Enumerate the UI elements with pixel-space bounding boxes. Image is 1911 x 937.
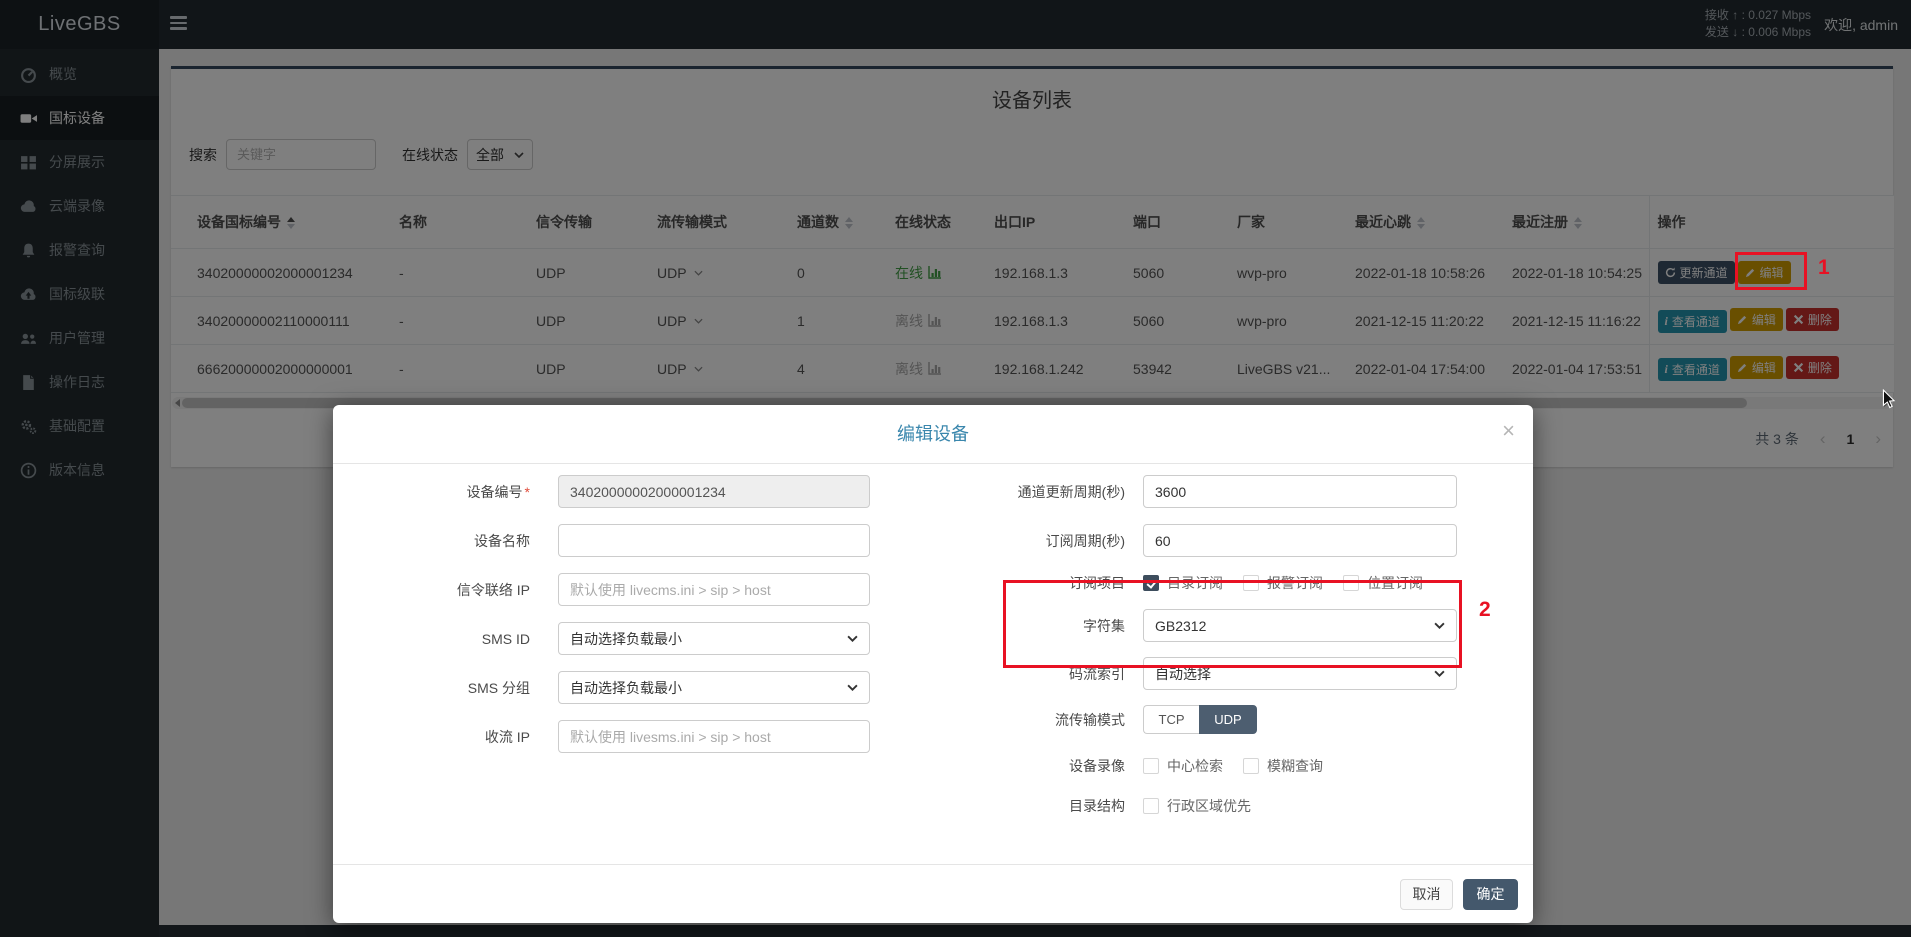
chevron-down-icon [847,635,858,642]
sms-group-select[interactable]: 自动选择负载最小 [558,671,870,704]
stream-index-select[interactable]: 自动选择 [1143,657,1457,690]
subscribe-items-label: 订阅项目 [985,573,1125,593]
checkbox-icon [1143,758,1159,774]
alarm-subscribe-checkbox[interactable]: 报警订阅 [1243,573,1323,593]
tcp-option[interactable]: TCP [1143,705,1199,734]
modal-header: 编辑设备 × [333,405,1533,464]
catalog-subscribe-checkbox[interactable]: 目录订阅 [1143,573,1223,593]
close-icon[interactable]: × [1502,405,1515,457]
stream-mode-toggle: TCP UDP [1143,705,1257,734]
channel-refresh-field[interactable] [1143,475,1457,508]
fuzzy-query-checkbox[interactable]: 模糊查询 [1243,756,1323,776]
position-subscribe-checkbox[interactable]: 位置订阅 [1343,573,1423,593]
checkbox-checked-icon [1143,575,1159,591]
chevron-down-icon [1434,670,1445,677]
chevron-down-icon [847,684,858,691]
checkbox-icon [1243,575,1259,591]
modal-right-column: 通道更新周期(秒) 订阅周期(秒) 订阅项目 目录订阅 报警订阅 位置订阅 字符… [985,475,1457,818]
catalog-struct-label: 目录结构 [985,796,1125,816]
device-id-label: 设备编号* [410,482,530,502]
charset-label: 字符集 [985,616,1125,636]
center-search-checkbox[interactable]: 中心检索 [1143,756,1223,776]
device-name-field[interactable] [558,524,870,557]
charset-select[interactable]: GB2312 [1143,609,1457,642]
edit-device-modal: 编辑设备 × 2 设备编号* 设备名称 信令联络 IP SMS ID 自动选择负… [333,405,1533,923]
annotation-number-2: 2 [1479,598,1491,622]
modal-left-column: 设备编号* 设备名称 信令联络 IP SMS ID 自动选择负载最小 SMS 分… [410,475,870,769]
modal-title: 编辑设备 [333,405,1533,463]
device-name-label: 设备名称 [410,531,530,551]
signal-ip-field[interactable] [558,573,870,606]
subscribe-period-label: 订阅周期(秒) [985,531,1125,551]
channel-refresh-label: 通道更新周期(秒) [985,482,1125,502]
device-record-label: 设备录像 [985,756,1125,776]
sms-id-label: SMS ID [410,631,530,647]
modal-body: 2 设备编号* 设备名称 信令联络 IP SMS ID 自动选择负载最小 [333,465,1533,864]
sms-id-select[interactable]: 自动选择负载最小 [558,622,870,655]
admin-region-first-checkbox[interactable]: 行政区域优先 [1143,796,1251,816]
signal-ip-label: 信令联络 IP [410,580,530,600]
device-id-field [558,475,870,508]
sms-group-label: SMS 分组 [410,678,530,698]
checkbox-icon [1343,575,1359,591]
chevron-down-icon [1434,622,1445,629]
checkbox-icon [1243,758,1259,774]
stream-mode-label: 流传输模式 [985,710,1125,730]
cancel-button[interactable]: 取消 [1400,879,1453,910]
confirm-button[interactable]: 确定 [1463,879,1518,910]
recv-ip-label: 收流 IP [410,727,530,747]
udp-option-selected[interactable]: UDP [1199,705,1257,734]
required-mark: * [525,484,530,500]
modal-footer: 取消 确定 [333,864,1533,923]
checkbox-icon [1143,798,1159,814]
recv-ip-field[interactable] [558,720,870,753]
stream-index-label: 码流索引 [985,664,1125,684]
subscribe-period-field[interactable] [1143,524,1457,557]
